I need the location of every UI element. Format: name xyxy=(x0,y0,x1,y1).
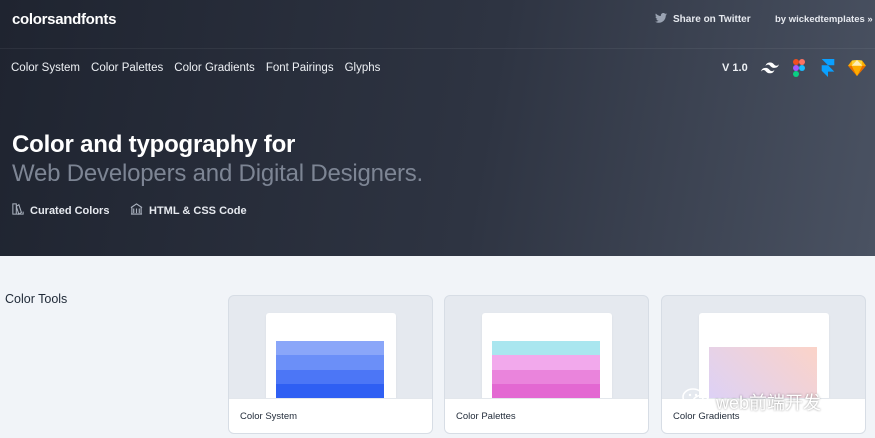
framer-icon[interactable] xyxy=(818,58,838,78)
hero-subheadline: Web Developers and Digital Designers. xyxy=(12,160,424,187)
color-stripe xyxy=(492,370,600,384)
color-stripe xyxy=(492,355,600,370)
card-label: Color Palettes xyxy=(456,411,516,422)
nav-item-color-system[interactable]: Color System xyxy=(11,62,80,74)
wechat-icon xyxy=(682,387,712,416)
feature-html-css-code: HTML & CSS Code xyxy=(130,203,247,218)
figma-icon[interactable] xyxy=(789,58,809,78)
tailwind-icon[interactable] xyxy=(760,58,780,78)
nav-item-color-gradients[interactable]: Color Gradients xyxy=(174,62,255,74)
code-building-icon xyxy=(130,203,143,218)
card-preview xyxy=(266,313,396,403)
feature-label: HTML & CSS Code xyxy=(149,204,247,217)
header-divider xyxy=(0,48,875,49)
share-on-twitter-link[interactable]: Share on Twitter xyxy=(655,13,751,26)
top-bar: colorsandfonts Share on Twitter by wicke… xyxy=(0,0,875,40)
nav-item-color-palettes[interactable]: Color Palettes xyxy=(91,62,163,74)
main-nav: Color System Color Palettes Color Gradie… xyxy=(11,62,380,74)
twitter-icon xyxy=(655,13,667,26)
color-stripe xyxy=(492,341,600,355)
color-stripe xyxy=(276,355,384,370)
hero-banner: colorsandfonts Share on Twitter by wicke… xyxy=(0,0,875,256)
version-label: V 1.0 xyxy=(722,62,748,74)
color-stripe xyxy=(276,370,384,384)
sketch-icon[interactable] xyxy=(847,58,867,78)
color-stripe xyxy=(276,341,384,355)
card-color-system[interactable]: Color System xyxy=(228,295,433,434)
nav-item-glyphs[interactable]: Glyphs xyxy=(345,62,381,74)
share-label: Share on Twitter xyxy=(673,14,751,25)
card-footer: Color System xyxy=(229,398,432,433)
hero-headline: Color and typography for xyxy=(12,131,296,158)
card-label: Color System xyxy=(240,411,298,422)
card-color-palettes[interactable]: Color Palettes xyxy=(444,295,649,434)
tool-links: V 1.0 xyxy=(722,58,867,78)
wickedtemplates-link[interactable]: by wickedtemplates » xyxy=(775,14,873,25)
section-title: Color Tools xyxy=(5,292,68,306)
watermark-text: web前端开发 xyxy=(716,392,822,413)
card-footer: Color Palettes xyxy=(445,398,648,433)
feature-curated-colors: Curated Colors xyxy=(12,203,109,218)
nav-item-font-pairings[interactable]: Font Pairings xyxy=(266,62,334,74)
watermark: web前端开发 xyxy=(682,387,821,416)
feature-label: Curated Colors xyxy=(30,204,110,217)
card-preview xyxy=(482,313,612,403)
swatch-book-icon xyxy=(12,203,24,218)
site-logo[interactable]: colorsandfonts xyxy=(12,11,116,28)
